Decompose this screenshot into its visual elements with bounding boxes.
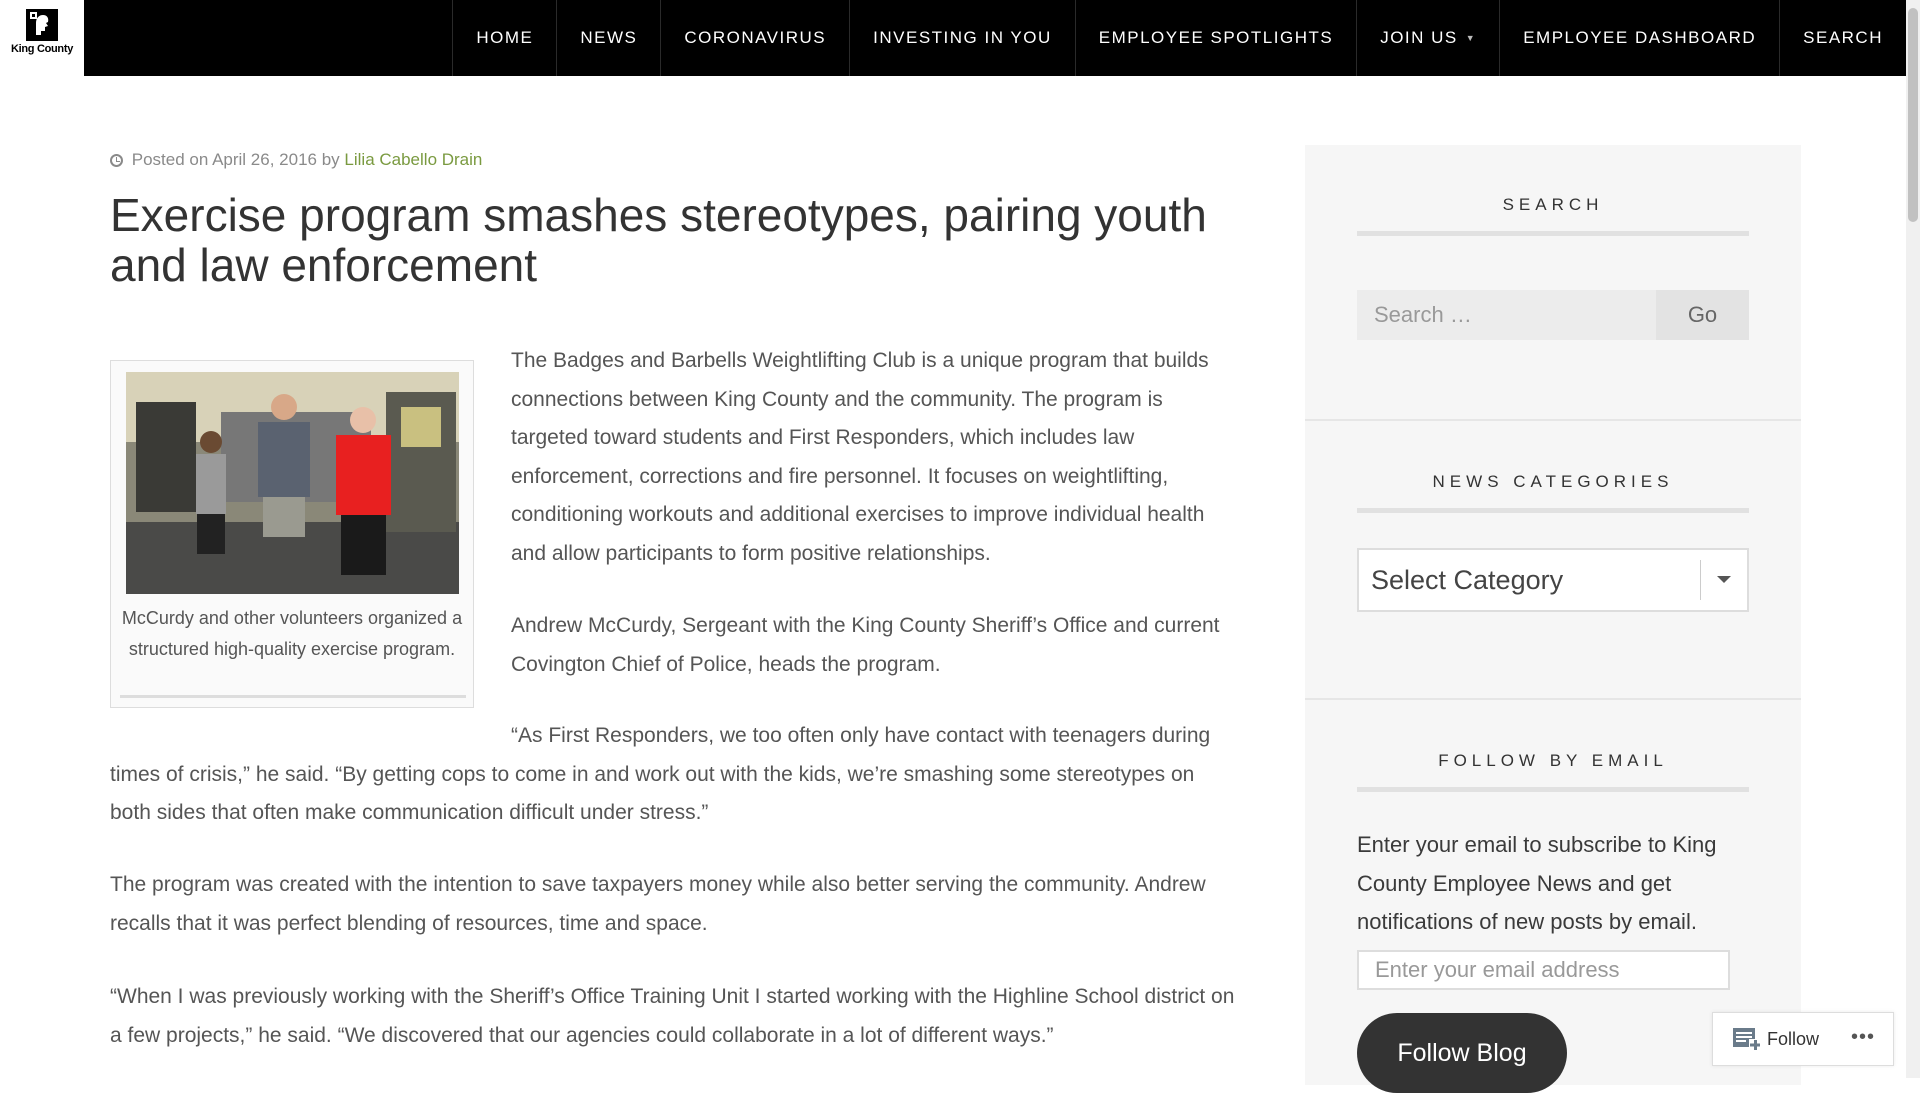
article-paragraph: “As First Responders, we too often only … [110,724,1211,824]
nav-news-label: NEWS [580,28,638,47]
nav-investing-label: INVESTING IN YOU [873,28,1052,47]
search-input[interactable]: Search … [1357,290,1657,340]
more-icon[interactable]: ••• [1851,1026,1875,1049]
author-link[interactable]: Lilia Cabello Drain [344,150,482,169]
follow-description: Enter your email to subscribe to King Co… [1357,832,1717,934]
nav-employee-dashboard[interactable]: EMPLOYEE DASHBOARD [1499,0,1779,76]
nav-news[interactable]: NEWS [556,0,660,76]
gym-photo[interactable] [126,372,459,594]
follow-widget-title: FOLLOW BY EMAIL [1438,751,1668,770]
categories-widget-title: NEWS CATEGORIES [1432,472,1674,491]
nav-employee-spotlights[interactable]: EMPLOYEE SPOTLIGHTS [1074,0,1356,76]
scrollbar-thumb[interactable] [1908,8,1918,222]
nav-join-us-label: JOIN US [1380,28,1458,47]
post-title: Exercise program smashes stereotypes, pa… [110,189,1207,291]
page-scrollbar[interactable] [1906,0,1920,1078]
clock-icon [110,154,123,167]
logo-text: King County [10,43,74,55]
site-header: King County HOME NEWS CORONAVIRUS INVEST… [0,0,1906,76]
article-paragraph: Andrew McCurdy, Sergeant with the King C… [511,614,1220,676]
nav-search-label: SEARCH [1803,28,1883,47]
nav-home[interactable]: HOME [452,0,556,76]
category-select[interactable]: Select Category [1357,548,1749,612]
email-field[interactable]: Enter your email address [1357,950,1730,990]
figure-caption: McCurdy and other volunteers organized a… [121,608,463,659]
nav-coronavirus[interactable]: CORONAVIRUS [660,0,849,76]
nav-search[interactable]: SEARCH [1779,0,1906,76]
king-county-crown-icon [26,9,58,41]
article-figure: McCurdy and other volunteers organized a… [110,360,474,708]
nav-coronavirus-label: CORONAVIRUS [684,28,827,47]
chevron-down-icon: ▼ [1465,33,1477,43]
wp-follow-bar: Follow ••• [1712,1012,1894,1066]
gym-photo-illustration [126,372,459,594]
nav-home-label: HOME [476,28,534,47]
reader-follow-icon[interactable] [1733,1027,1761,1051]
category-select-value: Select Category [1371,565,1564,595]
main-nav: HOME NEWS CORONAVIRUS INVESTING IN YOU E… [452,0,1906,76]
nav-spotlights-label: EMPLOYEE SPOTLIGHTS [1098,28,1334,47]
widget-divider [1305,419,1801,421]
caption-divider [120,695,466,698]
search-go-button[interactable]: Go [1656,290,1749,340]
widget-title-rule [1357,787,1749,792]
follow-blog-button[interactable]: Follow Blog [1357,1013,1567,1093]
widget-title-rule [1357,231,1749,236]
post-date: Posted on April 26, 2016 by [131,150,340,169]
chevron-down-icon [1717,576,1731,583]
article-paragraph: The Badges and Barbells Weightlifting Cl… [511,349,1209,565]
wp-follow-button[interactable]: Follow [1767,1029,1819,1050]
article-paragraph: The program was created with the intenti… [110,873,1206,935]
nav-investing-in-you[interactable]: INVESTING IN YOU [849,0,1075,76]
select-divider [1700,560,1701,600]
king-county-logo[interactable]: King County [0,0,84,76]
sidebar [1305,145,1801,1085]
search-widget-title: SEARCH [1502,195,1604,214]
nav-dashboard-label: EMPLOYEE DASHBOARD [1523,28,1757,47]
widget-divider [1305,698,1801,700]
widget-title-rule [1357,508,1749,513]
nav-join-us[interactable]: JOIN US ▼ [1356,0,1499,76]
post-meta: Posted on April 26, 2016 by Lilia Cabell… [110,150,482,170]
article-paragraph: “When I was previously working with the … [110,985,1235,1047]
